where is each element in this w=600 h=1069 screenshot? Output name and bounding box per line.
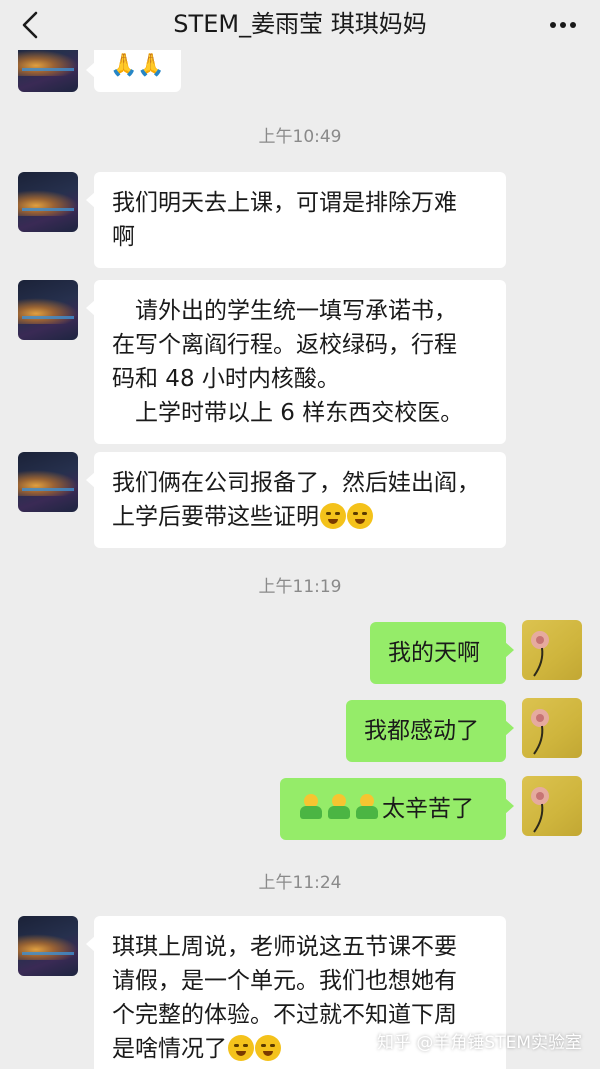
- message-line: 上学后要带这些证明: [112, 500, 488, 534]
- message-line: 太辛苦了: [298, 792, 488, 826]
- timestamp: 上午10:49: [258, 127, 342, 147]
- message-line: 我的天啊: [388, 640, 480, 666]
- crying-laughing-emoji-icon: [228, 1035, 254, 1061]
- pray-emoji-icon: 🙏🙏: [110, 53, 165, 78]
- contact-avatar[interactable]: [18, 916, 78, 976]
- crying-laughing-emoji-icon: [255, 1035, 281, 1061]
- flower-icon: [531, 787, 549, 833]
- message-bubble[interactable]: 我们俩在公司报备了，然后娃出阎， 上学后要带这些证明: [86, 452, 506, 548]
- message-line: 我们俩在公司报备了，然后娃出阎，: [112, 470, 480, 496]
- watermark: 知乎 @羊角锤STEM实验室: [377, 1033, 582, 1053]
- message-line: 请假，是一个单元。我们也想她有: [112, 968, 457, 994]
- message-line-text: 是啥情况了: [112, 1036, 227, 1062]
- hug-emoji-icon: [354, 794, 380, 820]
- chat-screen: 🙏🙏 上午10:49 我们明天去上课，可谓是排除万难 啊 请外出的学生统一填写承…: [0, 0, 600, 1069]
- message-line-text: 太辛苦了: [382, 796, 474, 822]
- more-button[interactable]: [546, 14, 580, 36]
- timestamp: 上午11:24: [258, 873, 342, 893]
- contact-avatar[interactable]: [18, 452, 78, 512]
- self-avatar[interactable]: [522, 698, 582, 758]
- flower-icon: [531, 709, 549, 755]
- chat-header: STEM_姜雨莹 琪琪妈妈: [0, 0, 600, 50]
- message-bubble[interactable]: 请外出的学生统一填写承诺书， 在写个离阎行程。返校绿码，行程 码和 48 小时内…: [86, 280, 506, 444]
- message-line: 在写个离阎行程。返校绿码，行程: [112, 332, 457, 358]
- self-avatar[interactable]: [522, 620, 582, 680]
- contact-avatar[interactable]: [18, 280, 78, 340]
- message-bubble[interactable]: 我们明天去上课，可谓是排除万难 啊: [86, 172, 506, 268]
- more-dots-icon: [550, 22, 576, 28]
- flower-icon: [531, 631, 549, 677]
- page-title: STEM_姜雨莹 琪琪妈妈: [173, 10, 427, 38]
- crying-laughing-emoji-icon: [347, 503, 373, 529]
- message-line-text: 上学后要带这些证明: [112, 504, 319, 530]
- message-line: 琪琪上周说，老师说这五节课不要: [112, 934, 457, 960]
- message-line: 码和 48 小时内核酸。: [112, 366, 340, 392]
- message-bubble-sent[interactable]: 我都感动了: [346, 700, 514, 762]
- hug-emoji-icon: [298, 794, 324, 820]
- message-line: 请外出的学生统一填写承诺书，: [112, 298, 457, 324]
- message-line: 个完整的体验。不过就不知道下周: [112, 1002, 457, 1028]
- message-line: 我们明天去上课，可谓是排除万难: [112, 190, 457, 216]
- message-bubble-sent[interactable]: 我的天啊: [370, 622, 514, 684]
- message-bubble-sent[interactable]: 太辛苦了: [280, 778, 514, 840]
- contact-avatar[interactable]: [18, 172, 78, 232]
- crying-laughing-emoji-icon: [320, 503, 346, 529]
- message-line: 我都感动了: [364, 718, 479, 744]
- hug-emoji-icon: [326, 794, 352, 820]
- self-avatar[interactable]: [522, 776, 582, 836]
- message-line: 啊: [112, 224, 135, 250]
- timestamp: 上午11:19: [258, 577, 342, 597]
- message-line: 上学时带以上 6 样东西交校医。: [112, 400, 464, 426]
- message-list[interactable]: 🙏🙏 上午10:49 我们明天去上课，可谓是排除万难 啊 请外出的学生统一填写承…: [0, 0, 600, 1069]
